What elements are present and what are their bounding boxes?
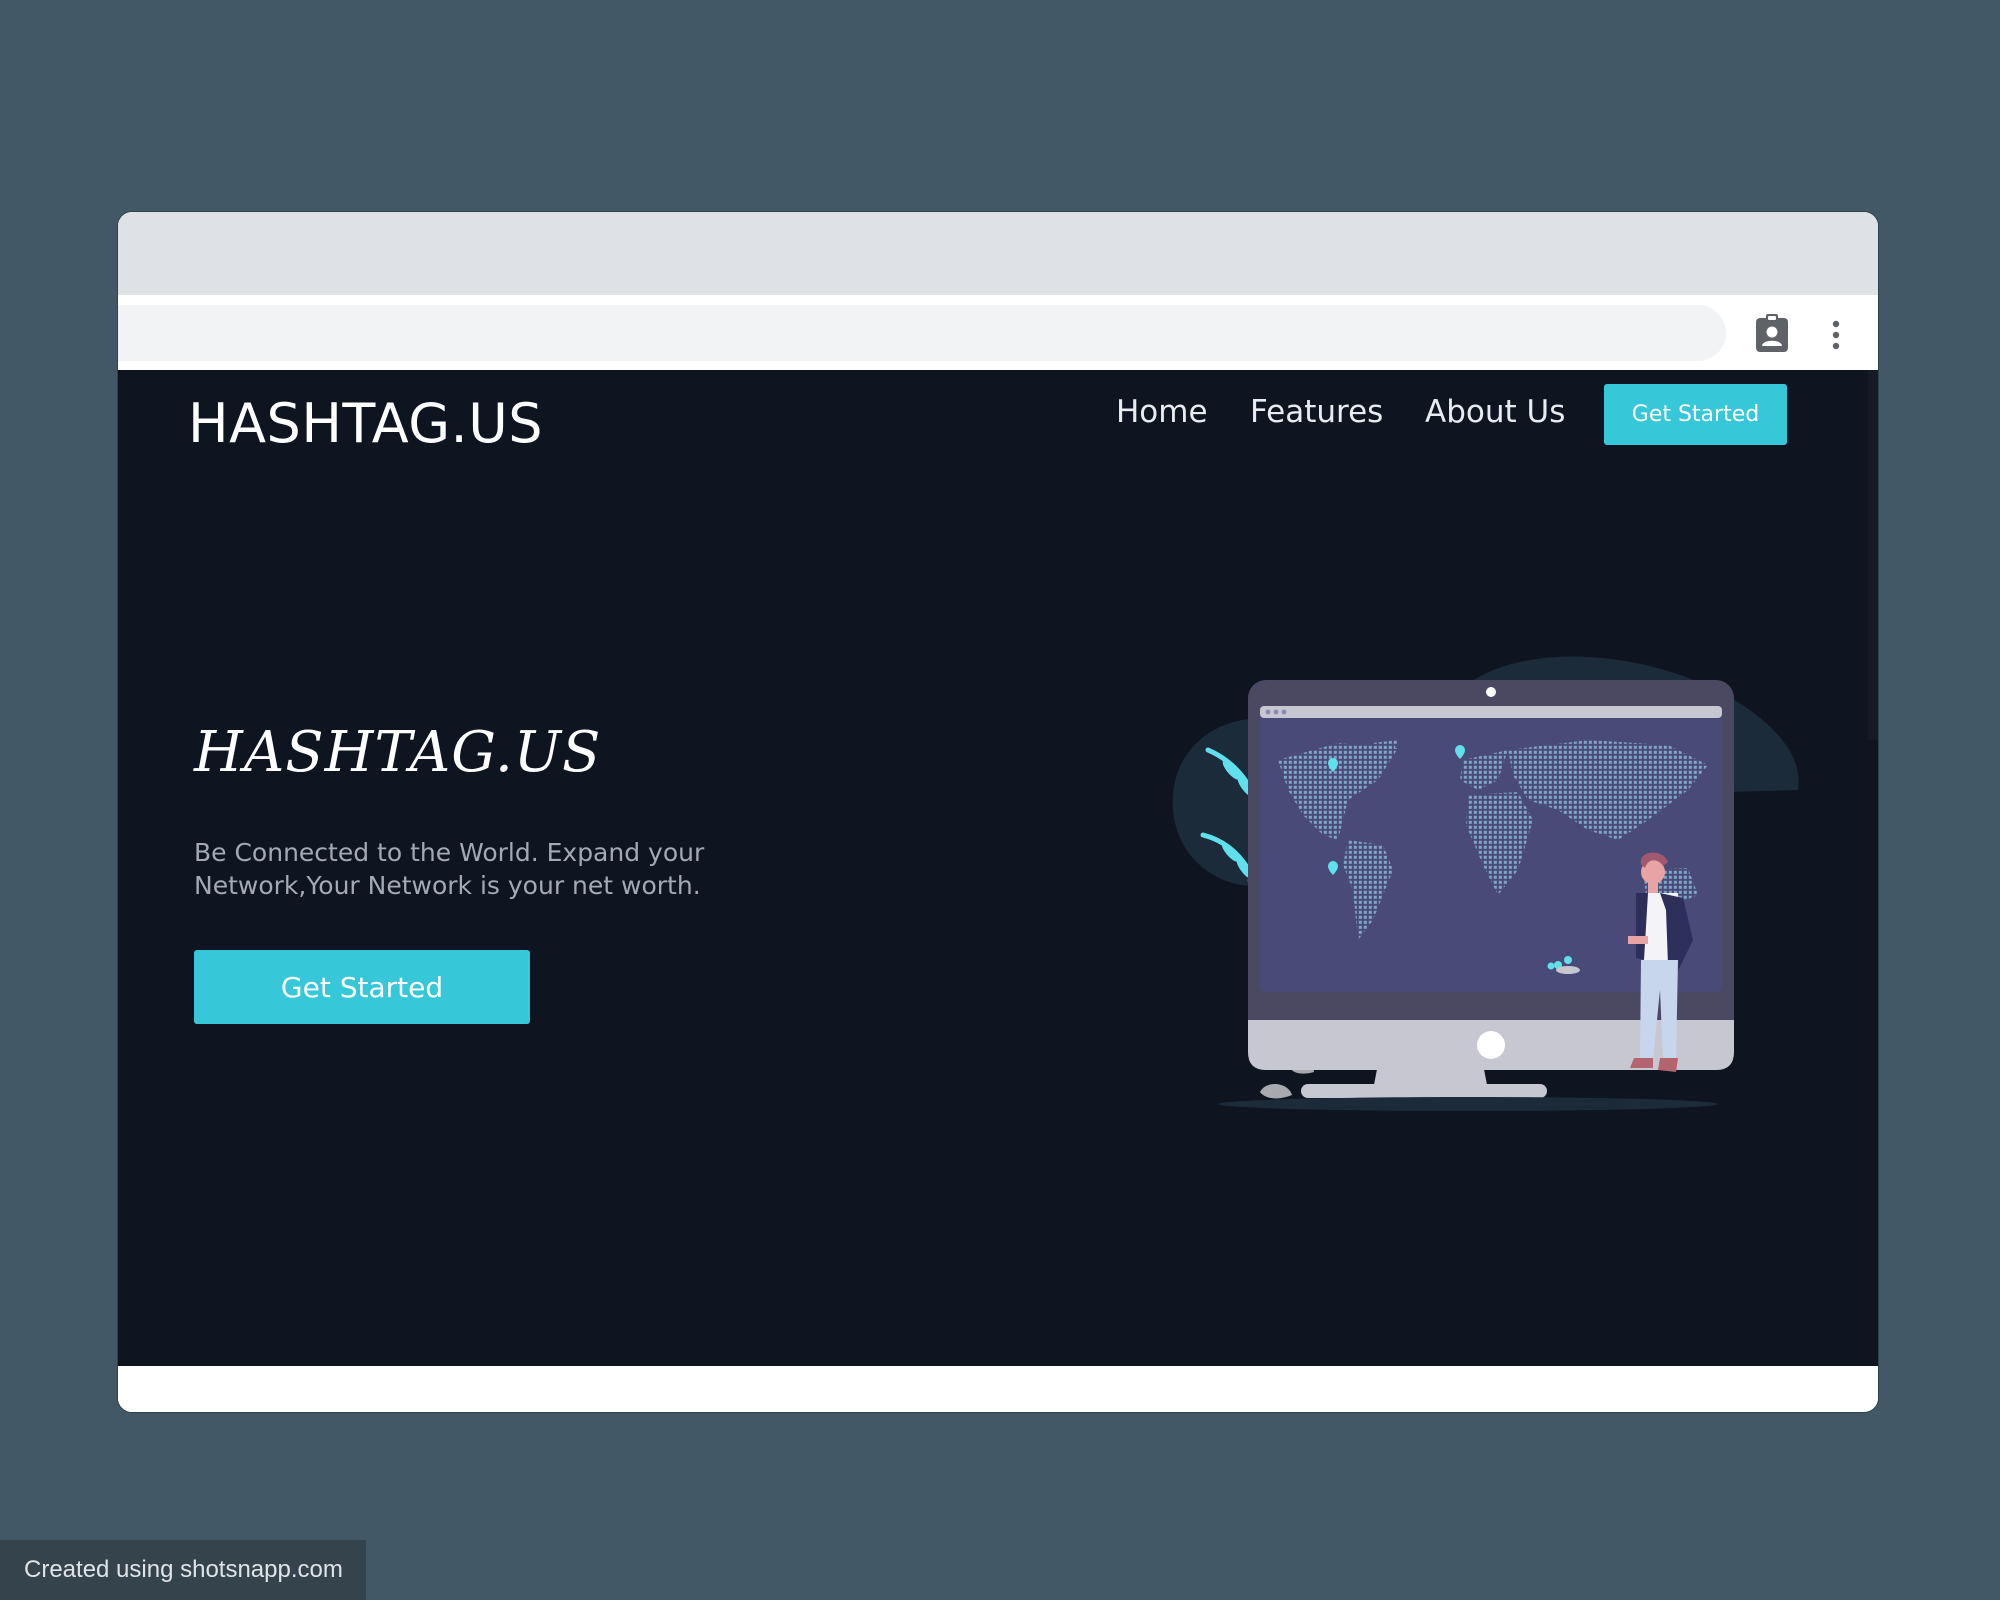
profile-badge-icon[interactable] (1754, 314, 1790, 354)
browser-titlebar (118, 212, 1878, 295)
nav-link-home[interactable]: Home (1116, 394, 1208, 430)
window-bottom-strip (118, 1366, 1878, 1412)
address-bar[interactable] (118, 305, 1726, 361)
browser-window: HASHTAG.US Home Features About Us Get St… (118, 212, 1878, 1412)
browser-toolbar (118, 295, 1878, 370)
watermark: Created using shotsnapp.com (0, 1540, 366, 1600)
nav-link-features[interactable]: Features (1250, 394, 1383, 430)
hero-get-started-button[interactable]: Get Started (194, 950, 530, 1024)
hero-title: HASHTAG.US (194, 720, 602, 785)
nav-get-started-button[interactable]: Get Started (1604, 384, 1787, 445)
world-map-monitor-illustration (1172, 656, 1799, 1111)
page-viewport: HASHTAG.US Home Features About Us Get St… (118, 370, 1878, 1366)
hero-description: Be Connected to the World. Expand your N… (194, 838, 705, 900)
nav-link-about-us[interactable]: About Us (1425, 394, 1565, 430)
more-vertical-icon[interactable] (1818, 317, 1854, 353)
site-logo[interactable]: HASHTAG.US (188, 392, 543, 455)
scrollbar[interactable] (1868, 370, 1878, 740)
